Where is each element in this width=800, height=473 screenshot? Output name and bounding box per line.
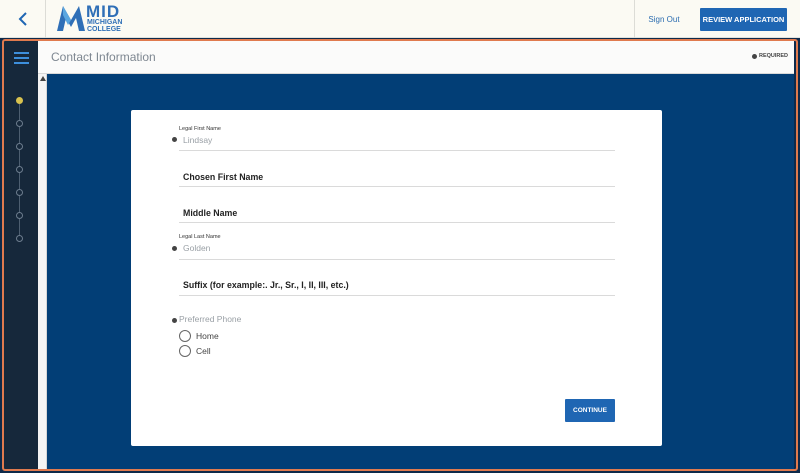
suffix-label: Suffix (for example:. Jr., Sr., I, II, I…: [183, 280, 349, 290]
right-edge: [794, 41, 798, 471]
legal-first-name-label: Legal First Name: [179, 126, 221, 132]
chosen-first-name-field[interactable]: Chosen First Name: [179, 164, 615, 187]
required-dot-icon: [172, 318, 177, 323]
review-application-button[interactable]: REVIEW APPLICATION: [700, 8, 787, 31]
legal-first-name-value: Lindsay: [183, 135, 213, 145]
step-indicator[interactable]: [16, 120, 23, 127]
step-connector: [19, 104, 20, 120]
step-connector: [19, 150, 20, 166]
page-title: Contact Information: [51, 50, 156, 64]
required-dot-icon: [172, 137, 177, 142]
chosen-first-name-label: Chosen First Name: [183, 172, 264, 182]
legal-last-name-value: Golden: [183, 243, 211, 253]
logo-subtitle-line1: MICHIGAN: [87, 19, 123, 26]
step-indicator[interactable]: [16, 235, 23, 242]
step-connector: [19, 219, 20, 235]
legal-last-name-field[interactable]: Legal Last Name Golden: [179, 233, 615, 260]
menu-button[interactable]: [4, 41, 38, 74]
required-dot-icon: [172, 246, 177, 251]
phone-option-home-label: Home: [196, 331, 219, 341]
step-indicator[interactable]: [16, 97, 23, 104]
scrollbar[interactable]: [38, 74, 47, 471]
required-dot-icon: [751, 53, 757, 59]
step-connector: [19, 127, 20, 143]
step-indicator[interactable]: [16, 212, 23, 219]
phone-option-home[interactable]: Home: [179, 330, 219, 342]
radio-button[interactable]: [179, 345, 191, 357]
top-divider: [634, 0, 635, 38]
step-connector: [19, 173, 20, 189]
step-indicator[interactable]: [16, 189, 23, 196]
college-logo: MID MICHIGAN COLLEGE: [56, 2, 132, 35]
hamburger-menu-icon: [13, 51, 29, 64]
preferred-phone-label: Preferred Phone: [179, 314, 242, 324]
progress-sidebar: [4, 41, 38, 471]
logo-subtitle: MICHIGAN COLLEGE: [87, 19, 122, 33]
phone-option-cell[interactable]: Cell: [179, 345, 211, 357]
chevron-left-icon: [18, 12, 27, 26]
back-button[interactable]: [0, 0, 46, 38]
page-header: Contact Information REQUIRED: [38, 41, 794, 74]
phone-option-cell-label: Cell: [196, 346, 211, 356]
middle-name-field[interactable]: Middle Name: [179, 200, 615, 223]
continue-button[interactable]: CONTINUE: [565, 399, 615, 422]
step-indicator[interactable]: [16, 143, 23, 150]
step-connector: [19, 196, 20, 212]
suffix-field[interactable]: Suffix (for example:. Jr., Sr., I, II, I…: [179, 272, 615, 296]
top-bar: MID MICHIGAN COLLEGE Sign Out REVIEW APP…: [0, 0, 800, 38]
college-logo-mark: [57, 6, 85, 31]
middle-name-label: Middle Name: [183, 208, 238, 218]
triangle-up-icon: [39, 76, 46, 81]
required-legend: REQUIRED: [751, 53, 788, 59]
logo-subtitle-line2: COLLEGE: [87, 26, 121, 33]
radio-button[interactable]: [179, 330, 191, 342]
legal-last-name-label: Legal Last Name: [179, 234, 221, 240]
sign-out-link[interactable]: Sign Out: [636, 0, 692, 38]
scroll-up-button[interactable]: [38, 74, 47, 83]
contact-info-form: Legal First Name Lindsay Chosen First Na…: [131, 110, 662, 446]
required-legend-label: REQUIRED: [758, 53, 788, 59]
step-indicator[interactable]: [16, 166, 23, 173]
legal-first-name-field[interactable]: Legal First Name Lindsay: [179, 124, 615, 151]
